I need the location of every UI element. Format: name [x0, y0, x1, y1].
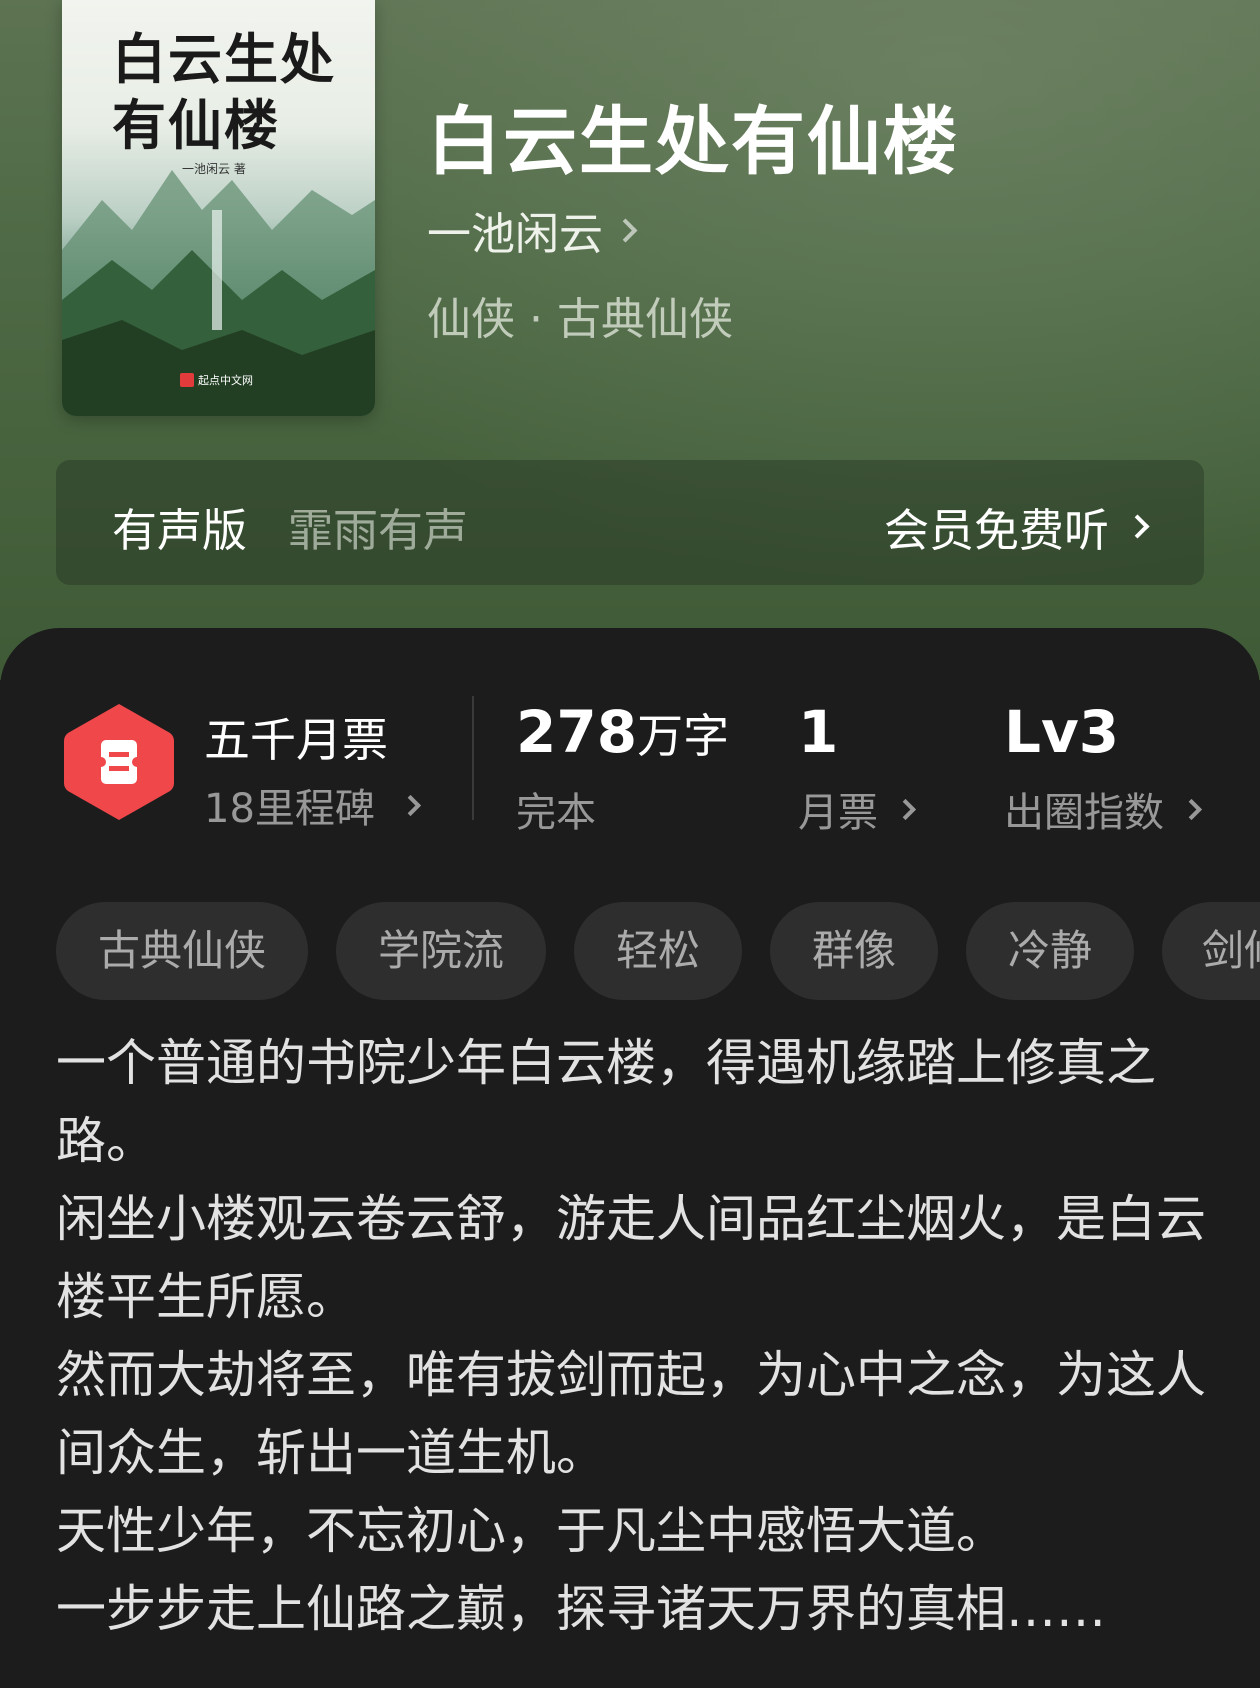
tag-chip[interactable]: 古典仙侠 [56, 902, 308, 1000]
book-cover[interactable]: 白云生处有仙楼 一池闲云 著 起点中文网 [62, 0, 375, 416]
cover-author-art: 一池闲云 著 [182, 162, 246, 176]
description-paragraph: 然而大劫将至，唯有拔剑而起，为心中之念，为这人间众生，斩出一道生机。 [56, 1346, 1206, 1482]
word-count-unit: 万字 [637, 709, 730, 763]
chevron-right-icon [399, 794, 422, 816]
description-paragraph: 天性少年，不忘初心，于凡尘中感悟大道。 [56, 1502, 1006, 1560]
tag-chip[interactable]: 冷静 [966, 902, 1134, 1000]
chevron-right-icon [613, 217, 638, 243]
book-title: 白云生处有仙楼 [427, 99, 959, 185]
chevron-right-icon [894, 798, 917, 820]
word-count-stat: 278万字 完本 [516, 698, 729, 838]
popularity-level-value: Lv3 [1004, 698, 1120, 766]
audio-narrator: 霏雨有声 [288, 504, 469, 557]
audio-label: 有声版 [112, 504, 248, 557]
member-free-listen-button[interactable]: 会员免费听 [883, 494, 1150, 559]
cover-title-art: 白云生处有仙楼 [112, 27, 336, 157]
monthly-ticket-stat[interactable]: 1 月票 [798, 698, 917, 838]
book-detail-panel: 五千月票 18里程碑 278万字 完本 1 月票 Lv3 出圈指数 古典仙侠 学… [0, 628, 1260, 1688]
chevron-right-icon [1125, 514, 1150, 539]
divider [472, 696, 474, 820]
author-name: 一池闲云 [427, 209, 603, 260]
description-paragraph: 一步步走上仙路之巅，探寻诸天万界的真相…… [56, 1580, 1106, 1638]
word-count-value: 278 [516, 698, 638, 766]
tag-chip[interactable]: 群像 [770, 902, 938, 1000]
author-link[interactable]: 一池闲云 [427, 198, 638, 262]
genre-label[interactable]: 仙侠 · 古典仙侠 [427, 283, 733, 347]
tag-chip[interactable]: 轻松 [574, 902, 742, 1000]
monthly-ticket-badge-icon[interactable] [60, 700, 178, 824]
book-description: 一个普通的书院少年白云楼，得遇机缘踏上修真之路。 闲坐小楼观云卷云舒，游走人间品… [56, 1024, 1206, 1648]
tag-chip[interactable]: 剑修 [1162, 902, 1260, 1000]
milestone-label: 18里程碑 [204, 786, 375, 832]
publisher-logo-icon [180, 373, 194, 387]
milestone-link[interactable]: 18里程碑 [204, 776, 422, 834]
popularity-index-stat[interactable]: Lv3 出圈指数 [1004, 698, 1203, 838]
cover-publisher-text: 起点中文网 [198, 374, 253, 387]
completion-status: 完本 [516, 790, 596, 836]
tag-chip[interactable]: 学院流 [336, 902, 546, 1000]
tag-list: 古典仙侠 学院流 轻松 群像 冷静 剑修 [56, 902, 1260, 1000]
audio-version-bar[interactable]: 有声版 霏雨有声 会员免费听 [56, 460, 1204, 585]
monthly-ticket-label: 月票 [798, 790, 878, 836]
badge-name: 五千月票 [204, 713, 388, 767]
monthly-ticket-value: 1 [798, 698, 839, 766]
description-paragraph: 一个普通的书院少年白云楼，得遇机缘踏上修真之路。 [56, 1034, 1156, 1170]
popularity-index-label: 出圈指数 [1004, 790, 1164, 836]
chevron-right-icon [1180, 798, 1203, 820]
audio-action-label: 会员免费听 [883, 504, 1109, 557]
book-header: 白云生处有仙楼 一池闲云 著 起点中文网 白云生处有仙楼 一池闲云 仙侠 · 古… [0, 0, 1260, 680]
description-paragraph: 闲坐小楼观云卷云舒，游走人间品红尘烟火，是白云楼平生所愿。 [56, 1190, 1206, 1326]
cover-publisher: 起点中文网 [180, 372, 253, 388]
